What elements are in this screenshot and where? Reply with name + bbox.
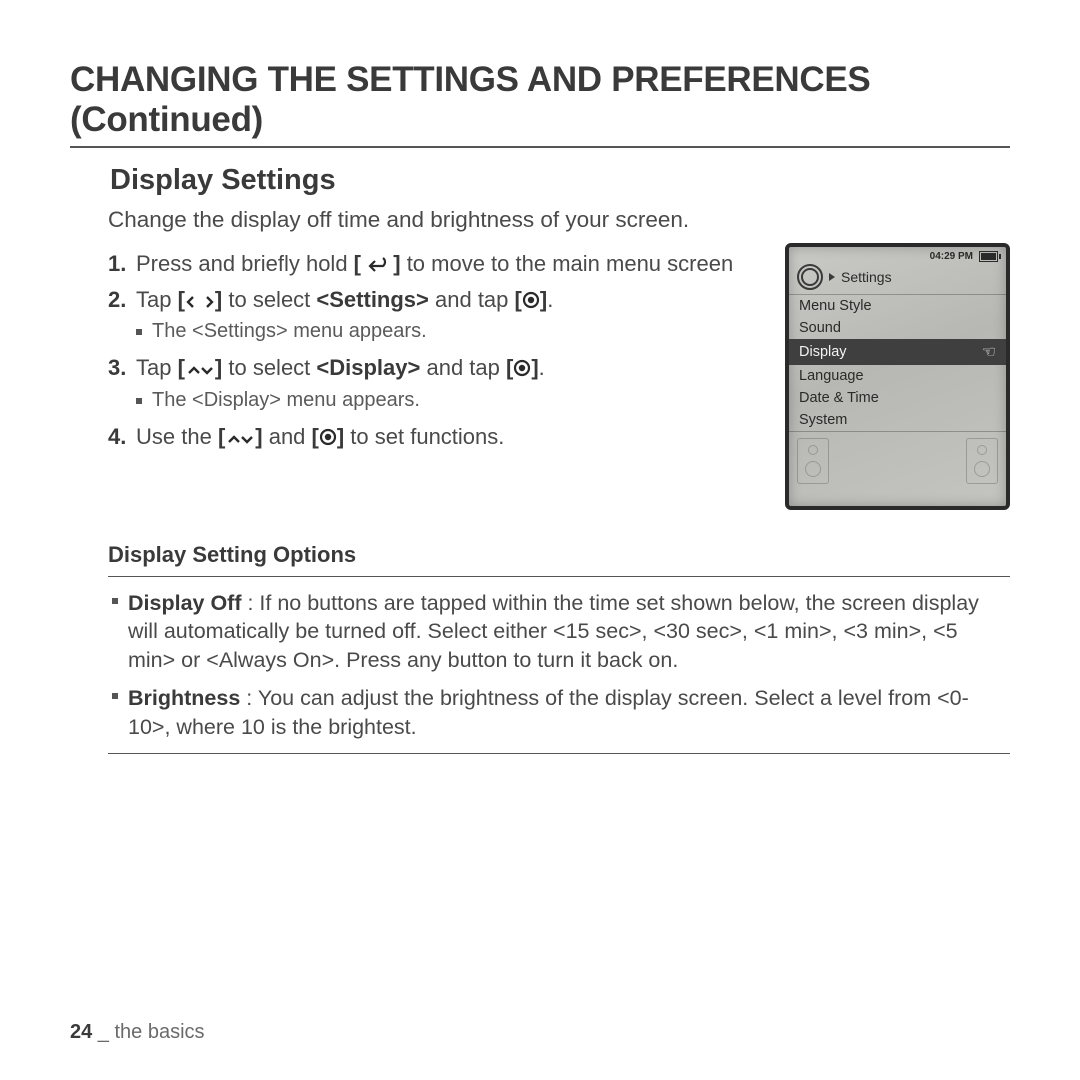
- text-fragment: Tap: [136, 287, 178, 312]
- left-right-icon: []: [178, 287, 223, 312]
- step-2: 2. Tap [] to select <Settings> and tap […: [108, 285, 763, 315]
- option-text: Display Off : If no buttons are tapped w…: [128, 589, 1006, 674]
- text-fragment: and tap: [429, 287, 515, 312]
- steps-list: 1. Press and briefly hold [ ] to move to…: [108, 243, 763, 458]
- battery-icon: [979, 251, 998, 262]
- options-heading: Display Setting Options: [108, 542, 1010, 568]
- option-display-off: Display Off : If no buttons are tapped w…: [112, 589, 1006, 674]
- text-fragment: Press and briefly hold: [136, 251, 354, 276]
- select-button-icon: []: [506, 355, 539, 380]
- device-menu-item: Menu Style: [789, 295, 1006, 317]
- device-menu-item: Language: [789, 365, 1006, 387]
- option-brightness: Brightness : You can adjust the brightne…: [112, 684, 1006, 741]
- device-frame: 04:29 PM Settings Menu StyleSoundDisplay…: [785, 243, 1010, 510]
- step-text: Tap [] to select <Settings> and tap [].: [136, 285, 553, 315]
- pointing-hand-icon: ☜: [982, 342, 996, 362]
- page-number: 24: [70, 1021, 92, 1043]
- step-number: 2.: [108, 285, 136, 315]
- text-fragment: to select: [222, 355, 316, 380]
- square-bullet-icon: [136, 329, 142, 335]
- step-4: 4. Use the [] and [] to set functions.: [108, 422, 763, 452]
- page-footer: 24 _ the basics: [70, 1021, 205, 1044]
- target-label: <Settings>: [316, 287, 428, 312]
- footer-separator: _: [92, 1021, 114, 1043]
- text-fragment: to select: [222, 287, 316, 312]
- square-bullet-icon: [112, 598, 118, 604]
- content-row: 1. Press and briefly hold [ ] to move to…: [108, 243, 1010, 510]
- select-button-icon: []: [312, 424, 345, 449]
- text-fragment: and tap: [420, 355, 506, 380]
- options-box: Display Off : If no buttons are tapped w…: [108, 576, 1010, 754]
- device-heading-text: Settings: [841, 269, 892, 285]
- device-menu-item: Display ☜: [789, 339, 1006, 365]
- play-triangle-icon: [829, 273, 835, 281]
- text-fragment: Use the: [136, 424, 218, 449]
- device-clock: 04:29 PM: [930, 251, 973, 262]
- section-heading: Display Settings: [110, 164, 1010, 197]
- text-fragment: : If no buttons are tapped within the ti…: [128, 591, 979, 672]
- text-fragment: : You can adjust the brightness of the d…: [128, 686, 969, 738]
- step-number: 3.: [108, 353, 136, 383]
- step-3: 3. Tap [] to select <Display> and tap []…: [108, 353, 763, 383]
- option-label: Display Off: [128, 591, 242, 615]
- step-1: 1. Press and briefly hold [ ] to move to…: [108, 249, 763, 279]
- step-number: 1.: [108, 249, 136, 279]
- step-text: Tap [] to select <Display> and tap [].: [136, 353, 545, 383]
- document-page: CHANGING THE SETTINGS AND PREFERENCES (C…: [0, 0, 1080, 1080]
- speaker-icon: [797, 438, 829, 484]
- device-screenshot: 04:29 PM Settings Menu StyleSoundDisplay…: [785, 243, 1010, 510]
- gear-icon: [797, 264, 823, 290]
- option-text: Brightness : You can adjust the brightne…: [128, 684, 1006, 741]
- up-down-icon: []: [178, 355, 223, 380]
- intro-text: Change the display off time and brightne…: [108, 207, 1010, 233]
- step-text: Press and briefly hold [ ] to move to th…: [136, 249, 733, 279]
- text-fragment: and: [263, 424, 312, 449]
- text-fragment: to set functions.: [344, 424, 504, 449]
- device-menu-item-label: Display: [799, 344, 847, 360]
- step-number: 4.: [108, 422, 136, 452]
- text-fragment: to move to the main menu screen: [401, 251, 734, 276]
- step-text: Use the [] and [] to set functions.: [136, 422, 504, 452]
- square-bullet-icon: [136, 398, 142, 404]
- speaker-icon: [966, 438, 998, 484]
- target-label: <Display>: [316, 355, 420, 380]
- page-title: CHANGING THE SETTINGS AND PREFERENCES (C…: [70, 60, 1010, 148]
- square-bullet-icon: [112, 693, 118, 699]
- sub-text: The <Settings> menu appears.: [152, 320, 427, 343]
- up-down-icon: []: [218, 424, 263, 449]
- device-menu-list: Menu StyleSound Display ☜ LanguageDate & Ti…: [789, 294, 1006, 432]
- text-fragment: .: [547, 287, 553, 312]
- device-background-art: [789, 432, 1006, 506]
- device-menu-item: Sound: [789, 317, 1006, 339]
- device-heading: Settings: [789, 262, 1006, 294]
- step-3-sub: The <Display> menu appears.: [136, 389, 763, 412]
- text-fragment: Tap: [136, 355, 178, 380]
- step-2-sub: The <Settings> menu appears.: [136, 320, 763, 343]
- footer-section: the basics: [115, 1021, 205, 1043]
- sub-text: The <Display> menu appears.: [152, 389, 420, 412]
- device-menu-item: System: [789, 409, 1006, 431]
- device-statusbar: 04:29 PM: [789, 247, 1006, 262]
- back-button-icon: [ ]: [354, 251, 401, 276]
- option-label: Brightness: [128, 686, 240, 710]
- text-fragment: .: [539, 355, 545, 380]
- select-button-icon: []: [515, 287, 548, 312]
- device-menu-item: Date & Time: [789, 387, 1006, 409]
